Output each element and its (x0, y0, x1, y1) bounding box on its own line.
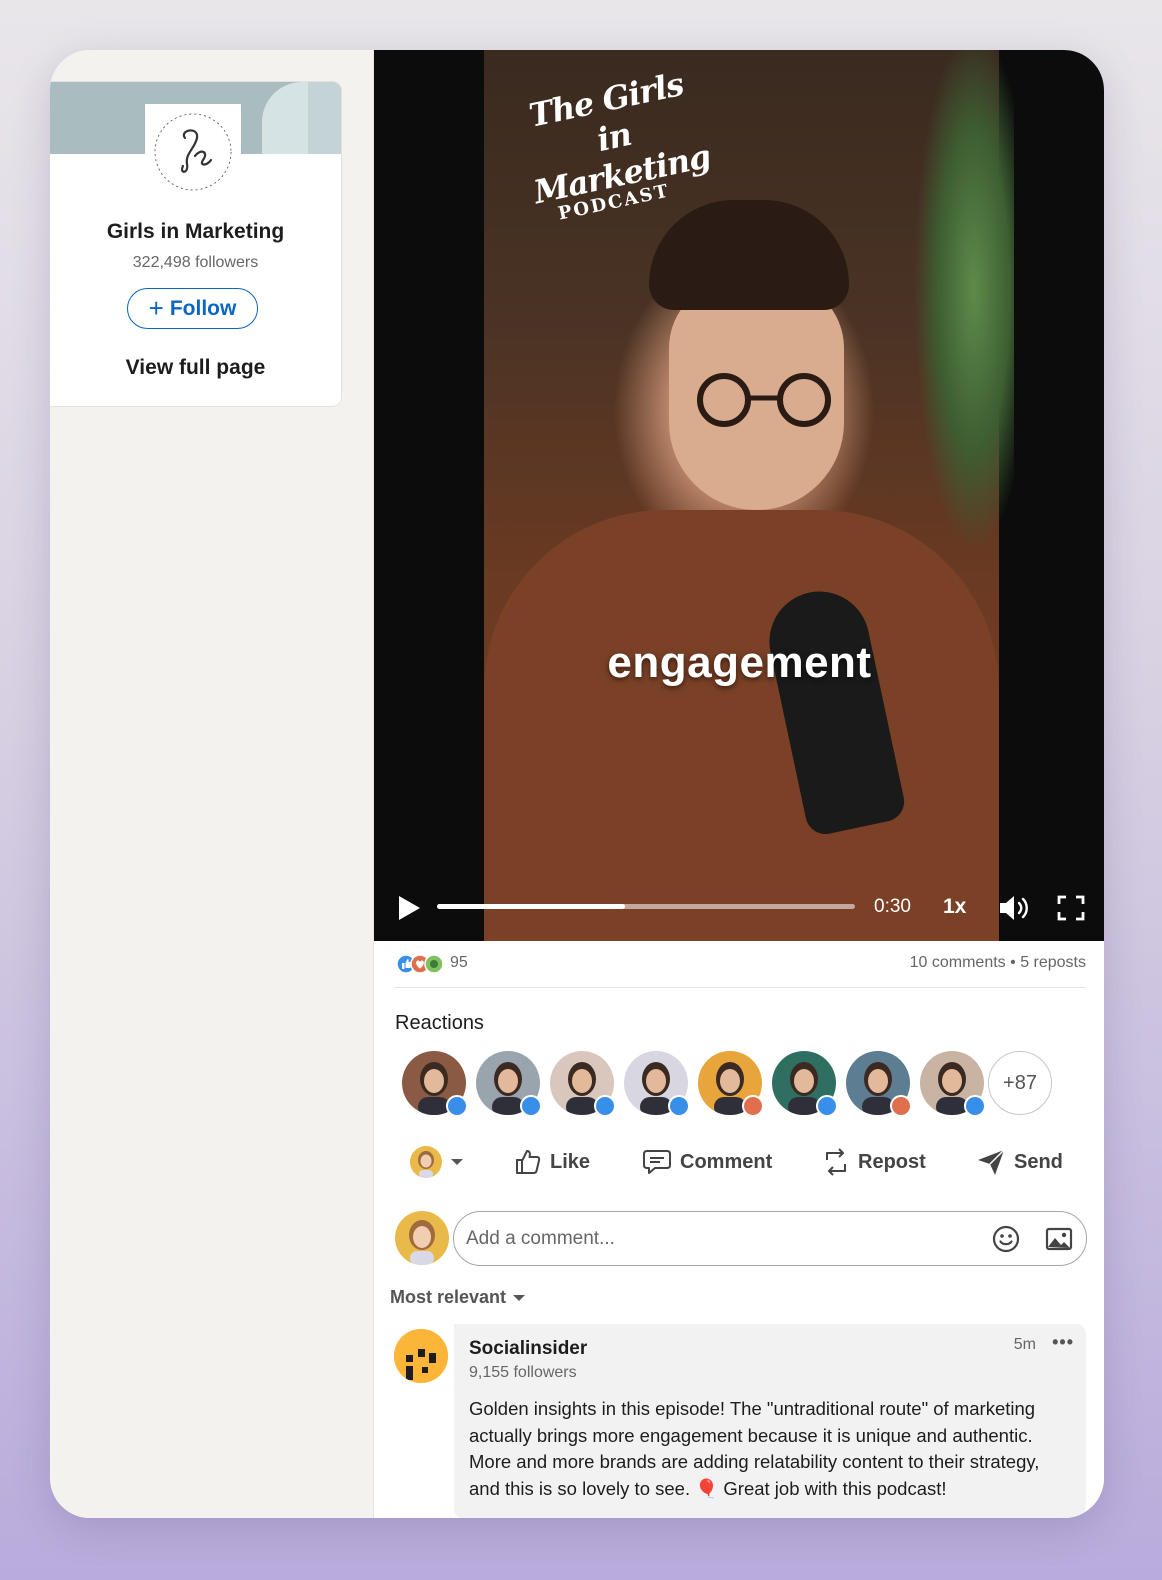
comment-label: Comment (680, 1150, 773, 1173)
reactor-avatar[interactable] (476, 1051, 542, 1117)
cover-stripe (308, 82, 341, 154)
reactor-avatar[interactable] (402, 1051, 468, 1117)
company-logo-icon (154, 113, 232, 191)
actor-avatar (410, 1146, 442, 1178)
progress-fill (437, 904, 626, 909)
like-badge-icon (446, 1095, 468, 1117)
follow-button[interactable]: + Follow (127, 288, 258, 329)
reactor-avatar[interactable] (772, 1051, 838, 1117)
reactor-avatar[interactable] (624, 1051, 690, 1117)
comment-input[interactable] (466, 1222, 966, 1256)
commenter-avatar[interactable] (394, 1329, 448, 1383)
reaction-count[interactable]: 95 (450, 954, 468, 972)
video-controls: 0:30 1x (374, 886, 1104, 928)
comment-button[interactable]: Comment (642, 1142, 772, 1182)
image-icon[interactable] (1045, 1226, 1073, 1252)
send-button[interactable]: Send (976, 1142, 1063, 1182)
cover-stripe (262, 82, 308, 154)
comment-text: Golden insights in this episode! The "un… (469, 1398, 1040, 1499)
like-badge-icon (594, 1095, 616, 1117)
commenter-name[interactable]: Socialinsider (469, 1338, 587, 1360)
repost-label: Repost (858, 1150, 926, 1173)
love-badge-icon (742, 1095, 764, 1117)
app-window: Girls in Marketing 322,498 followers + F… (50, 50, 1104, 1518)
company-name[interactable]: Girls in Marketing (50, 220, 341, 244)
video-caption: engagement (607, 638, 872, 687)
like-label: Like (550, 1150, 591, 1173)
send-label: Send (1014, 1150, 1063, 1173)
comment-more-options-icon[interactable]: ••• (1052, 1332, 1074, 1353)
socialinsider-logo-icon (394, 1329, 448, 1383)
sort-dropdown[interactable]: Most relevant (390, 1287, 526, 1308)
repost-button[interactable]: Repost (822, 1142, 926, 1182)
caret-down-icon (513, 1294, 526, 1301)
sort-label: Most relevant (390, 1287, 507, 1307)
glasses-icon (697, 373, 831, 427)
comment-timestamp: 5m (1013, 1336, 1036, 1353)
comment-bubble: Socialinsider 9,155 followers 5m ••• Gol… (454, 1324, 1086, 1518)
commenter-followers: 9,155 followers (469, 1364, 577, 1381)
social-counts: 95 10 comments • 5 reposts (396, 952, 1086, 976)
send-icon (978, 1149, 1005, 1175)
time-display: 0:30 (874, 896, 911, 917)
plus-icon: + (148, 292, 164, 323)
speaker-sweater (484, 510, 999, 941)
comment-composer (395, 1211, 1087, 1267)
action-bar: Like Comment Repost Send (374, 1142, 1104, 1182)
speaker-hair (649, 200, 849, 310)
view-full-page-link[interactable]: View full page (50, 356, 341, 380)
love-badge-icon (890, 1095, 912, 1117)
company-logo[interactable] (145, 104, 241, 200)
reactor-avatar[interactable] (698, 1051, 764, 1117)
divider (394, 987, 1086, 988)
comments-count[interactable]: 10 comments (910, 954, 1006, 971)
video-player[interactable]: The Girls in Marketing PODCAST engagemen… (374, 50, 1104, 941)
reactions-heading: Reactions (395, 1012, 484, 1034)
reactor-avatar[interactable] (846, 1051, 912, 1117)
progress-bar[interactable] (437, 904, 855, 909)
more-reactors-button[interactable]: +87 (988, 1051, 1052, 1115)
comments-reposts: 10 comments • 5 reposts (910, 954, 1086, 972)
left-sidebar: Girls in Marketing 322,498 followers + F… (50, 50, 373, 1518)
user-avatar-icon (410, 1146, 442, 1178)
thumbs-up-icon (516, 1150, 541, 1174)
play-icon[interactable] (396, 894, 422, 922)
post-panel: The Girls in Marketing PODCAST engagemen… (373, 50, 1104, 1518)
comment-icon (643, 1150, 671, 1174)
like-badge-icon (816, 1095, 838, 1117)
like-badge-icon (668, 1095, 690, 1117)
reactor-avatars: +87 (402, 1051, 1082, 1117)
fullscreen-icon[interactable] (1057, 895, 1085, 921)
follow-label: Follow (169, 296, 237, 320)
caret-down-icon (451, 1159, 463, 1165)
podcast-logo: The Girls in Marketing PODCAST (524, 65, 714, 225)
like-badge-icon (964, 1095, 986, 1117)
comment-input-box[interactable] (453, 1211, 1087, 1266)
volume-icon[interactable] (997, 894, 1031, 922)
current-user-avatar (395, 1211, 449, 1265)
comment-item: Socialinsider 9,155 followers 5m ••• Gol… (394, 1324, 1086, 1518)
like-badge-icon (520, 1095, 542, 1117)
playback-speed-button[interactable]: 1x (943, 895, 966, 919)
reactor-avatar[interactable] (550, 1051, 616, 1117)
emoji-icon[interactable] (992, 1225, 1020, 1253)
dot-separator: • (1010, 954, 1016, 971)
like-button[interactable]: Like (514, 1142, 590, 1182)
company-page-card: Girls in Marketing 322,498 followers + F… (50, 81, 342, 407)
reaction-icons[interactable] (396, 954, 450, 974)
reactor-avatar[interactable] (920, 1051, 986, 1117)
repost-icon (826, 1148, 846, 1176)
company-followers: 322,498 followers (132, 254, 259, 271)
user-avatar-icon (395, 1211, 449, 1265)
actor-selector[interactable] (410, 1146, 464, 1178)
reposts-count[interactable]: 5 reposts (1020, 954, 1086, 971)
